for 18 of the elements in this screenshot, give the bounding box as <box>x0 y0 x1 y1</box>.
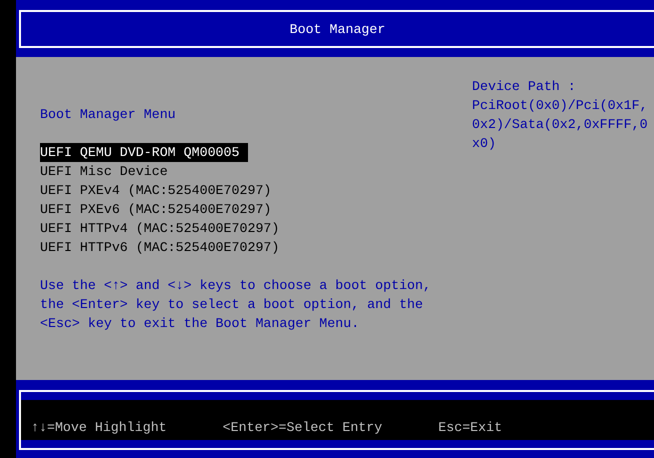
device-path-label: Device Path : <box>472 78 576 96</box>
boot-option[interactable]: UEFI HTTPv4 (MAC:525400E70297) <box>40 219 280 238</box>
key-hint: Esc=Exit <box>438 419 502 437</box>
boot-option[interactable]: UEFI QEMU DVD-ROM QM00005 <box>40 143 248 162</box>
device-path-text: 0x2)/Sata(0x2,0xFFFF,0 <box>472 116 648 134</box>
device-path-text: PciRoot(0x0)/Pci(0x1F, <box>472 97 648 115</box>
help-text: <Esc> key to exit the Boot Manager Menu. <box>40 315 360 333</box>
key-hint: ↑↓=Move Highlight <box>31 419 167 437</box>
help-text: the <Enter> key to select a boot option, and the <box>40 296 424 314</box>
boot-option[interactable]: UEFI PXEv4 (MAC:525400E70297) <box>40 181 272 200</box>
window-title: Boot Manager <box>290 20 386 38</box>
boot-option[interactable]: UEFI Misc Device <box>40 162 168 181</box>
key-hint: <Enter>=Select Entry <box>222 419 382 437</box>
boot-option[interactable]: UEFI HTTPv6 (MAC:525400E70297) <box>40 238 280 257</box>
device-path-text: x0) <box>472 135 496 153</box>
menu-title: Boot Manager Menu <box>40 106 176 124</box>
help-text: Use the <↑> and <↓> keys to choose a boot option, <box>40 277 431 295</box>
boot-option[interactable]: UEFI PXEv6 (MAC:525400E70297) <box>40 200 272 219</box>
